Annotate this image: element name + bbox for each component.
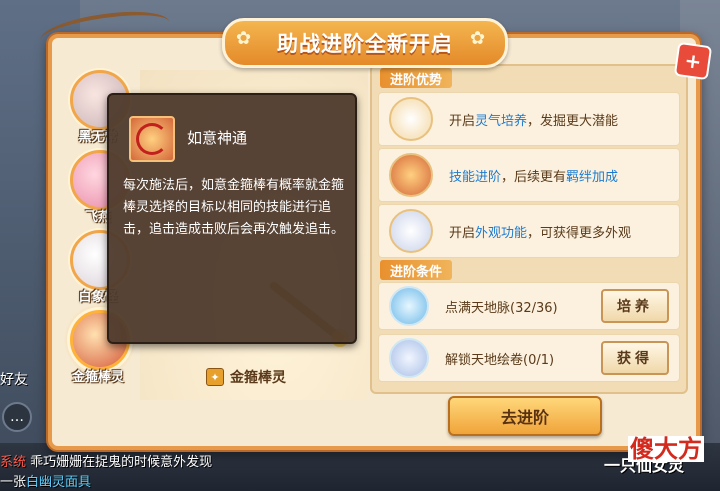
close-icon: + [683,47,703,75]
character-name: 金箍棒灵 [230,370,286,386]
skill-title: 如意神通 [187,129,248,147]
chat-message: 一张白幽灵面具 [0,475,92,490]
chat-icon[interactable]: … [2,402,32,432]
advance-info-panel: 进阶优势 开启灵气培养，发掘更大潜能 技能进阶，后续更有羁绊加成 开启外观功能，… [370,64,688,394]
watermark: 傻大方 [628,435,704,463]
go-advance-button[interactable]: 去进阶 [448,396,602,436]
spirit-orb-icon [389,97,433,141]
advantage-row: 开启灵气培养，发掘更大潜能 [378,92,680,146]
dialog-title-banner: 助战进阶全新开启 [222,18,508,68]
condition-text: 点满天地脉(32/36) [445,300,558,316]
scroll-icon [389,338,429,378]
cultivate-button[interactable]: 培养 [601,289,669,323]
advantages-header: 进阶优势 [380,68,453,88]
appearance-icon [389,209,433,253]
flower-icon: ✿ [236,28,252,49]
close-button[interactable]: + [673,41,713,81]
advantage-row: 技能进阶，后续更有羁绊加成 [378,148,680,202]
skill-tooltip: 如意神通 每次施法后，如意金箍棒有概率就金箍棒灵选择的目标以相同的技能进行追击，… [107,93,357,344]
skill-swirl-icon [389,153,433,197]
advantage-text: 开启灵气培养，发掘更大潜能 [449,113,619,129]
conditions-header: 进阶条件 [380,260,453,280]
tab-label: 金箍棒灵 [71,370,124,385]
friends-button[interactable]: 好友 [0,369,28,389]
skill-description: 每次施法后，如意金箍棒有概率就金箍棒灵选择的目标以相同的技能进行追击，追击造成击… [123,178,345,237]
obtain-button[interactable]: 获得 [601,341,669,375]
skill-icon [129,116,175,162]
meridian-orb-icon [389,286,429,326]
advantage-text: 开启外观功能，可获得更多外观 [449,225,632,241]
chat-message: 系统 乖巧姗姗在捉鬼的时候意外发现 [0,455,213,470]
dialog-title: 助战进阶全新开启 [277,32,453,56]
condition-text: 解锁天地绘卷(0/1) [445,352,555,368]
advantage-text: 技能进阶，后续更有羁绊加成 [449,169,619,185]
condition-row: 点满天地脉(32/36) 培养 [378,282,680,330]
condition-row: 解锁天地绘卷(0/1) 获得 [378,334,680,382]
advantage-row: 开启外观功能，可获得更多外观 [378,204,680,258]
character-name-label: ✦ 金箍棒灵 [206,367,286,387]
flower-icon: ✿ [470,28,486,49]
staff-spirit-icon: ✦ [206,368,224,386]
